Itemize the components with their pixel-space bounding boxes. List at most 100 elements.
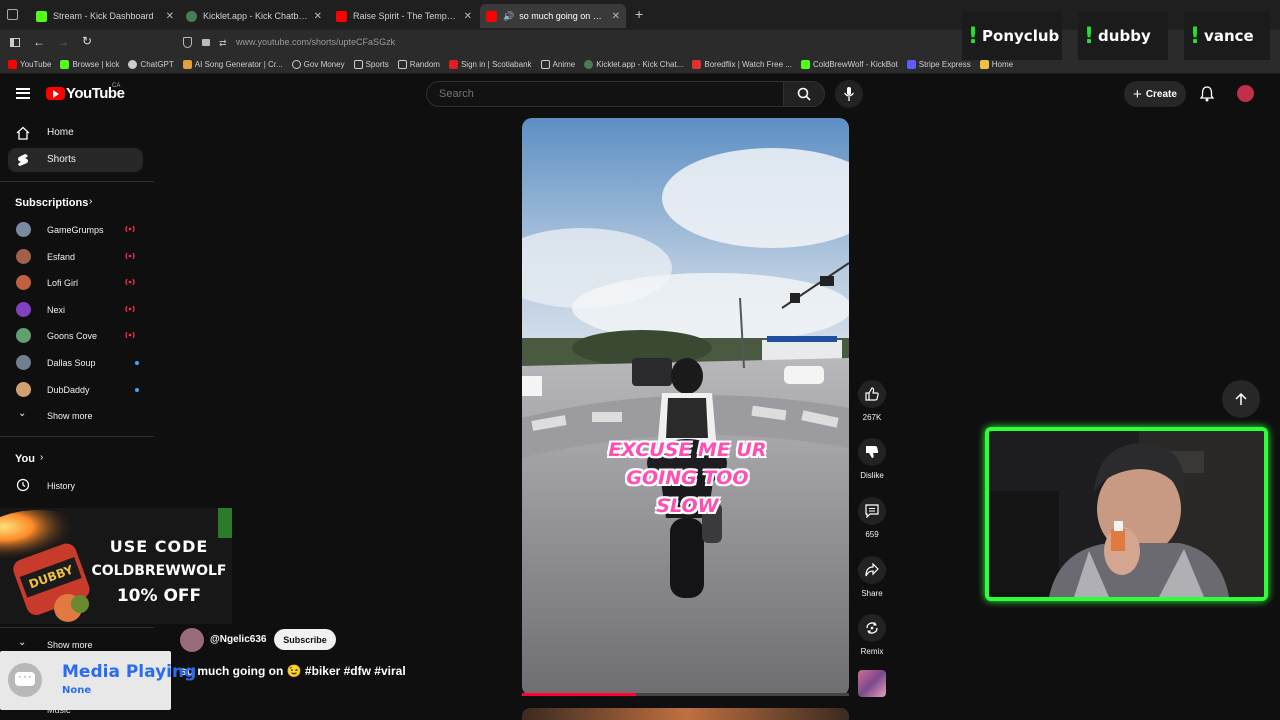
dislike-label: Dislike — [860, 471, 884, 480]
caption-line-1: EXCUSE ME UR — [608, 439, 767, 461]
bookmark-item[interactable]: YouTube — [8, 60, 51, 69]
search-input[interactable] — [427, 82, 783, 106]
sidebar-item-shorts[interactable]: Shorts — [8, 148, 143, 172]
url-text[interactable]: www.youtube.com/shorts/upteCFaSGzk — [236, 37, 395, 47]
sidebar-toggle-icon[interactable] — [10, 38, 20, 47]
bookmark-item[interactable]: AI Song Generator | Cr... — [182, 60, 283, 69]
subscription-item[interactable]: DubDaddy — [8, 379, 143, 401]
bookmark-item[interactable]: ColdBrewWolf - KickBot — [800, 60, 898, 69]
reload-icon[interactable]: ↻ — [82, 34, 92, 48]
tab-label: so much going on 😉 #bik — [519, 10, 605, 21]
video-caption-overlay: EXCUSE ME UR GOING TOO SLOW — [600, 436, 775, 520]
lock-icon[interactable] — [202, 39, 210, 46]
bookmark-item[interactable]: Anime — [540, 60, 575, 69]
shield-icon[interactable] — [183, 37, 192, 48]
browser-tab-raise-spirit[interactable]: Raise Spirit - The Temple - YouT ✕ — [330, 4, 478, 28]
voice-search-button[interactable] — [835, 80, 863, 108]
subscribe-button[interactable]: Subscribe — [274, 629, 336, 650]
subscription-item[interactable]: Dallas Soup — [8, 352, 143, 374]
bookmark-item[interactable]: Sign in | Scotiabank — [448, 60, 532, 69]
bookmark-item[interactable]: Kicklet.app - Kick Chat... — [584, 60, 683, 69]
new-tab-icon[interactable]: + — [635, 6, 643, 22]
bookmark-label: Home — [991, 60, 1014, 69]
forward-arrow-icon[interactable]: → — [57, 35, 69, 49]
next-short-preview[interactable] — [522, 708, 849, 720]
arrow-up-icon — [1235, 392, 1247, 405]
tab-close-icon[interactable]: ✕ — [612, 11, 620, 22]
folder-icon — [353, 60, 363, 69]
browser-tab-kick-dashboard[interactable]: Stream - Kick Dashboard ✕ — [30, 4, 180, 28]
bookmark-label: Sports — [365, 60, 389, 69]
like-button[interactable] — [858, 380, 886, 408]
audio-playing-icon[interactable]: 🔊 — [503, 11, 514, 22]
channel-avatar[interactable] — [180, 628, 204, 652]
boredflix-bookmark-icon — [692, 60, 702, 69]
thumbs-up-icon — [865, 387, 879, 401]
channel-handle[interactable]: @Ngelic636 — [210, 634, 266, 645]
browser-tab-kicklet[interactable]: Kicklet.app - Kick Chatbot and C ✕ — [180, 4, 328, 28]
bookmark-label: Kicklet.app - Kick Chat... — [596, 60, 684, 69]
you-heading[interactable]: You — [15, 453, 35, 465]
comments-button[interactable] — [858, 497, 886, 525]
nametag-label: Ponyclub — [982, 27, 1060, 45]
bookmark-item[interactable]: Gov Money — [291, 60, 345, 69]
bookmark-item[interactable]: ChatGPT — [128, 60, 174, 69]
channel-avatar — [16, 382, 31, 397]
live-indicator-icon — [125, 306, 135, 312]
tab-close-icon[interactable]: ✕ — [314, 11, 322, 22]
comments-action[interactable]: 659 — [852, 497, 892, 539]
browser-menu-icon[interactable] — [7, 9, 18, 20]
sidebar-divider — [0, 181, 154, 182]
subscription-item[interactable]: Lofi Girl — [8, 272, 143, 294]
youtube-favicon-icon — [486, 10, 497, 22]
comment-count: 659 — [865, 530, 879, 539]
previous-short-button[interactable] — [1222, 380, 1260, 418]
chevron-right-icon[interactable]: › — [89, 196, 92, 207]
show-more-subscriptions[interactable]: ⌄ Show more — [8, 405, 143, 427]
share-action[interactable]: Share — [852, 556, 892, 598]
search-button[interactable] — [783, 81, 825, 107]
dislike-button[interactable] — [858, 438, 886, 466]
bookmark-item[interactable]: Sports — [353, 60, 389, 69]
subscriptions-heading[interactable]: Subscriptions — [15, 197, 88, 209]
sidebar-item-home[interactable]: Home — [8, 121, 143, 145]
channel-name: Goons Cove — [47, 331, 98, 341]
subscription-item[interactable]: Goons Cove — [8, 325, 143, 347]
sidebar-item-history[interactable]: History — [8, 475, 143, 497]
bookmark-item[interactable]: Home — [979, 60, 1014, 69]
chevron-right-icon[interactable]: › — [40, 452, 43, 463]
share-button[interactable] — [858, 556, 886, 584]
account-avatar[interactable] — [1237, 85, 1254, 102]
subscription-item[interactable]: Nexi — [8, 299, 143, 321]
search-icon — [797, 87, 811, 101]
bookmark-item[interactable]: Stripe Express — [906, 60, 971, 69]
media-playing-title: Media Playing — [62, 662, 197, 682]
subscription-item[interactable]: Esfand — [8, 246, 143, 268]
remix-action[interactable]: Remix — [852, 614, 892, 656]
subscription-item[interactable]: GameGrumps — [8, 219, 143, 241]
search-box — [426, 81, 784, 107]
back-arrow-icon[interactable]: ← — [33, 35, 45, 49]
promo-line-3: 10% OFF — [116, 586, 202, 606]
video-progress-bar[interactable] — [522, 693, 849, 696]
channel-name: Esfand — [47, 252, 76, 262]
browser-tab-active-short[interactable]: 🔊 so much going on 😉 #bik ✕ — [480, 4, 626, 28]
remix-label: Remix — [860, 647, 884, 656]
channel-name: GameGrumps — [47, 225, 104, 235]
site-settings-icon[interactable]: ⇄ — [219, 38, 227, 49]
bookmark-label: Browse | kick — [72, 60, 120, 69]
notifications-bell-icon[interactable] — [1200, 86, 1214, 102]
tab-close-icon[interactable]: ✕ — [464, 11, 472, 22]
sound-thumbnail[interactable] — [858, 670, 886, 697]
short-video-player[interactable] — [522, 118, 849, 696]
create-button[interactable]: + Create — [1124, 81, 1186, 107]
like-action[interactable]: 267K — [852, 380, 892, 422]
bookmark-label: ChatGPT — [140, 60, 174, 69]
bookmark-item[interactable]: Random — [397, 60, 440, 69]
remix-button[interactable] — [858, 614, 886, 642]
region-code: CA — [112, 83, 121, 89]
bookmark-item[interactable]: Browse | kick — [60, 60, 119, 69]
bookmark-item[interactable]: Boredflix | Watch Free ... — [692, 60, 792, 69]
tab-close-icon[interactable]: ✕ — [166, 11, 174, 22]
dislike-action[interactable]: Dislike — [852, 438, 892, 480]
